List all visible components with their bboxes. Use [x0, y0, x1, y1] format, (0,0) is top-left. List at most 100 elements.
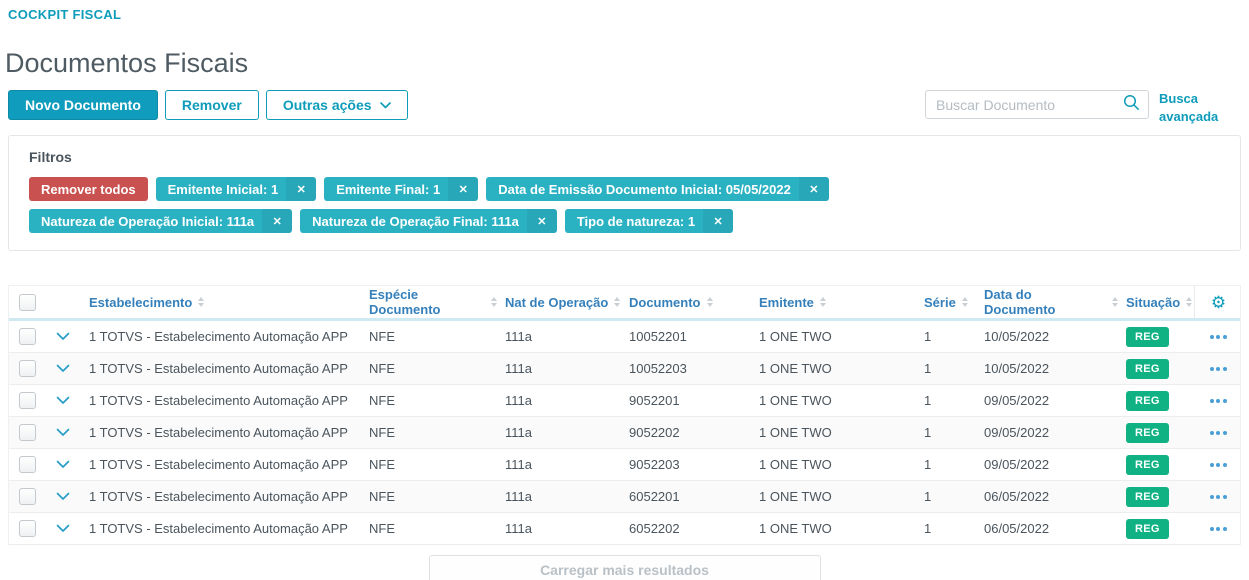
- column-header-especie-documento[interactable]: Espécie Documento: [361, 287, 497, 317]
- chip-close-icon[interactable]: ✕: [286, 177, 317, 202]
- cell-documento: 9052201: [629, 393, 680, 409]
- row-select-cell: [9, 488, 45, 506]
- sort-icon: [819, 297, 826, 308]
- filter-chip[interactable]: Data de Emissão Documento Inicial: 05/05…: [486, 177, 829, 202]
- chip-close-icon[interactable]: ✕: [448, 177, 479, 202]
- chevron-down-icon: [379, 101, 391, 109]
- cell-emitente: 1 ONE TWO: [759, 425, 832, 441]
- cell-nat-de-operacao: 111a: [505, 361, 532, 377]
- cell-situacao: REG: [1118, 518, 1194, 539]
- new-document-button[interactable]: Novo Documento: [8, 90, 158, 120]
- select-all-checkbox[interactable]: [18, 293, 36, 311]
- filter-chip[interactable]: Emitente Final: 1 ✕: [324, 177, 479, 202]
- chip-close-icon[interactable]: ✕: [798, 177, 829, 202]
- cell-serie: 1: [924, 521, 932, 537]
- cell-documento: 10052203: [629, 361, 687, 377]
- cell-emitente: 1 ONE TWO: [759, 457, 832, 473]
- status-badge: REG: [1126, 486, 1169, 507]
- filter-chip[interactable]: Natureza de Operação Final: 111a ✕: [300, 209, 557, 234]
- column-header-estabelecimento[interactable]: Estabelecimento: [81, 295, 361, 310]
- cell-data-do-documento: 09/05/2022: [984, 425, 1050, 441]
- row-expand-button[interactable]: [45, 364, 81, 373]
- cell-especie-documento: NFE: [369, 329, 395, 345]
- cell-nat-de-operacao: 111a: [505, 425, 532, 441]
- column-header-data-do-documento[interactable]: Data do Documento: [976, 287, 1118, 317]
- more-actions-button[interactable]: Outras ações: [265, 90, 408, 120]
- row-actions-button[interactable]: [1194, 462, 1242, 467]
- cell-data-do-documento: 10/05/2022: [984, 329, 1050, 345]
- row-expand-button[interactable]: [45, 492, 81, 501]
- cell-situacao: REG: [1118, 358, 1194, 379]
- cell-documento: 9052203: [629, 457, 680, 473]
- cell-especie-documento: NFE: [369, 457, 395, 473]
- table-row: 1 TOTVS - Estabelecimento Automação APP …: [9, 321, 1242, 354]
- row-actions-button[interactable]: [1194, 430, 1242, 435]
- row-expand-button[interactable]: [45, 524, 81, 533]
- cell-documento: 6052201: [629, 489, 680, 505]
- cell-emitente: 1 ONE TWO: [759, 521, 832, 537]
- filter-chip[interactable]: Tipo de natureza: 1 ✕: [564, 209, 734, 234]
- row-checkbox[interactable]: [18, 456, 36, 474]
- cell-documento: 9052202: [629, 425, 680, 441]
- row-actions-button[interactable]: [1194, 526, 1242, 531]
- row-checkbox[interactable]: [18, 520, 36, 538]
- cell-serie: 1: [924, 425, 932, 441]
- search-icon[interactable]: [1123, 94, 1140, 116]
- load-more-button[interactable]: Carregar mais resultados: [428, 555, 821, 580]
- table-body: 1 TOTVS - Estabelecimento Automação APP …: [9, 321, 1242, 546]
- sort-icon: [1186, 297, 1193, 308]
- gear-icon: ⚙: [1210, 292, 1227, 312]
- column-header-situacao[interactable]: Situação: [1118, 295, 1194, 310]
- row-expand-button[interactable]: [45, 428, 81, 437]
- row-actions-button[interactable]: [1194, 334, 1242, 339]
- status-badge: REG: [1126, 454, 1169, 475]
- row-checkbox[interactable]: [18, 328, 36, 346]
- search-input[interactable]: [936, 96, 1123, 113]
- cell-serie: 1: [924, 393, 932, 409]
- row-checkbox[interactable]: [18, 392, 36, 410]
- search-box: [925, 90, 1149, 119]
- advanced-search-link[interactable]: Busca avançada: [1159, 90, 1223, 126]
- remove-all-filters-button[interactable]: Remover todos: [29, 177, 148, 202]
- cell-data-do-documento: 10/05/2022: [984, 361, 1050, 377]
- row-checkbox[interactable]: [18, 488, 36, 506]
- column-header-nat-de-operacao[interactable]: Nat de Operação: [497, 295, 621, 310]
- cell-especie-documento: NFE: [369, 521, 395, 537]
- table-row: 1 TOTVS - Estabelecimento Automação APP …: [9, 513, 1242, 546]
- sort-icon: [961, 297, 968, 308]
- filter-chip[interactable]: Natureza de Operação Inicial: 111a ✕: [29, 209, 293, 234]
- row-expand-button[interactable]: [45, 460, 81, 469]
- cell-emitente: 1 ONE TWO: [759, 393, 832, 409]
- chip-close-icon[interactable]: ✕: [262, 209, 293, 234]
- row-expand-button[interactable]: [45, 332, 81, 341]
- row-actions-button[interactable]: [1194, 398, 1242, 403]
- cell-estabelecimento: 1 TOTVS - Estabelecimento Automação APP: [89, 393, 348, 409]
- cell-estabelecimento: 1 TOTVS - Estabelecimento Automação APP: [89, 361, 348, 377]
- cell-serie: 1: [924, 457, 932, 473]
- row-expand-button[interactable]: [45, 396, 81, 405]
- chip-close-icon[interactable]: ✕: [526, 209, 557, 234]
- cell-nat-de-operacao: 111a: [505, 329, 532, 345]
- table-header-row: Estabelecimento Espécie Documento Nat de…: [9, 286, 1242, 322]
- cell-estabelecimento: 1 TOTVS - Estabelecimento Automação APP: [89, 425, 348, 441]
- filter-chips: Remover todos Emitente Inicial: 1 ✕ Emit…: [29, 177, 989, 234]
- row-actions-button[interactable]: [1194, 366, 1242, 371]
- filter-chip[interactable]: Emitente Inicial: 1 ✕: [155, 177, 317, 202]
- cell-data-do-documento: 06/05/2022: [984, 521, 1050, 537]
- cell-nat-de-operacao: 111a: [505, 521, 532, 537]
- toolbar-actions: Novo Documento Remover Outras ações: [8, 90, 408, 120]
- column-header-emitente[interactable]: Emitente: [751, 295, 916, 310]
- cell-data-do-documento: 09/05/2022: [984, 393, 1050, 409]
- sort-icon: [706, 297, 713, 308]
- breadcrumb[interactable]: COCKPIT FISCAL: [8, 7, 1241, 22]
- row-checkbox[interactable]: [18, 424, 36, 442]
- remove-button[interactable]: Remover: [164, 90, 259, 120]
- column-header-serie[interactable]: Série: [916, 295, 976, 310]
- row-checkbox[interactable]: [18, 360, 36, 378]
- row-select-cell: [9, 424, 45, 442]
- table-settings-button[interactable]: ⚙: [1194, 286, 1242, 319]
- row-select-cell: [9, 392, 45, 410]
- chip-close-icon[interactable]: ✕: [703, 209, 734, 234]
- row-actions-button[interactable]: [1194, 494, 1242, 499]
- column-header-documento[interactable]: Documento: [621, 295, 751, 310]
